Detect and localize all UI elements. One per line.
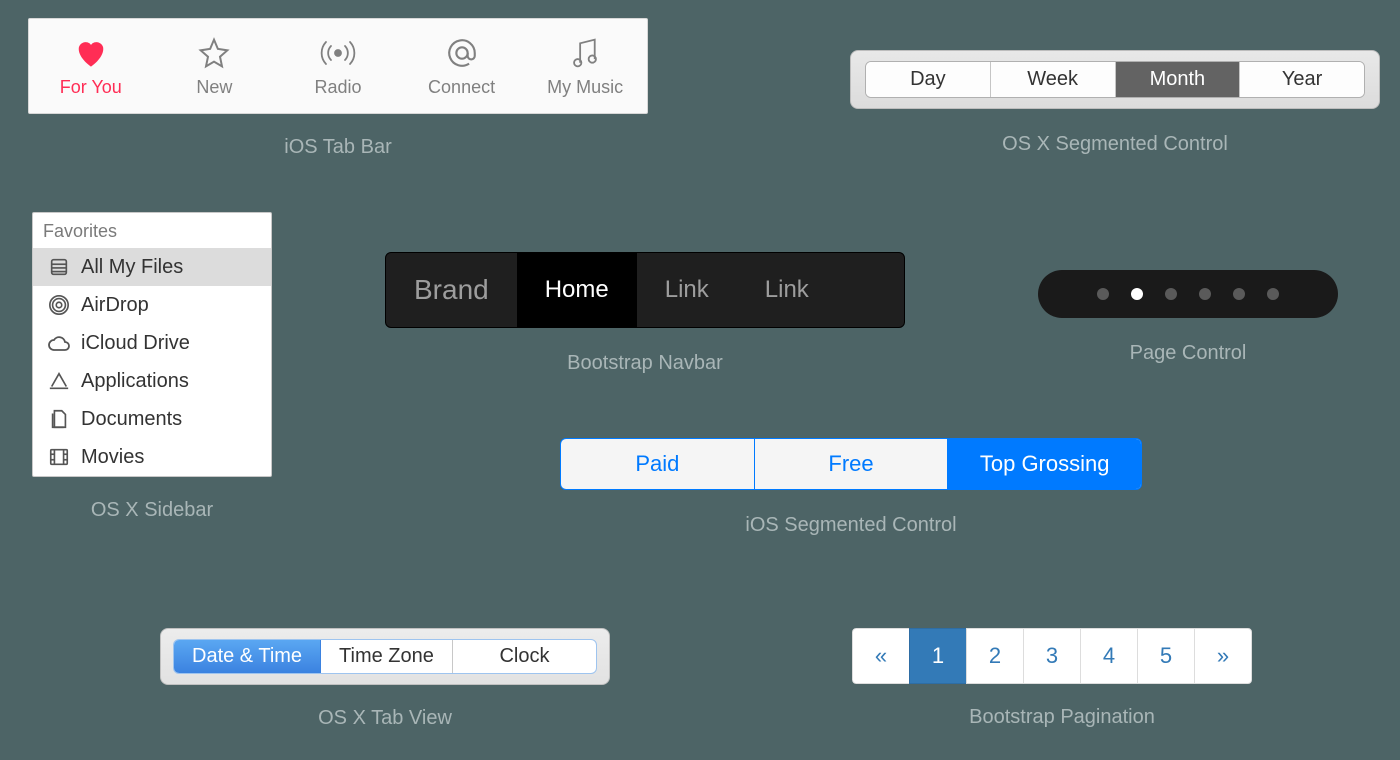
- tab-time-zone[interactable]: Time Zone: [321, 640, 453, 673]
- osx-segmented-caption: OS X Segmented Control: [850, 133, 1380, 156]
- page-dot-1[interactable]: [1131, 288, 1143, 300]
- sidebar-item-label: Movies: [81, 446, 144, 469]
- movies-icon: [47, 445, 71, 469]
- nav-item-link-1[interactable]: Link: [637, 253, 737, 327]
- pagination-prev[interactable]: «: [852, 628, 910, 684]
- ios-segmented-control: Paid Free Top Grossing: [560, 438, 1142, 490]
- segment-free[interactable]: Free: [755, 439, 949, 489]
- documents-icon: [47, 407, 71, 431]
- all-files-icon: [47, 255, 71, 279]
- radio-icon: [318, 35, 358, 71]
- sidebar-item-label: Applications: [81, 370, 189, 393]
- nav-item-link-2[interactable]: Link: [737, 253, 837, 327]
- osx-tabview-caption: OS X Tab View: [160, 707, 610, 730]
- sidebar-header: Favorites: [33, 213, 271, 248]
- star-icon: [197, 35, 231, 71]
- tab-new[interactable]: New: [153, 19, 277, 113]
- sidebar-item-label: AirDrop: [81, 294, 149, 317]
- tab-label: New: [196, 77, 232, 98]
- ios-segmented-caption: iOS Segmented Control: [560, 514, 1142, 537]
- ios-tabbar-caption: iOS Tab Bar: [28, 136, 648, 159]
- bootstrap-navbar-caption: Bootstrap Navbar: [385, 352, 905, 375]
- osx-sidebar-caption: OS X Sidebar: [32, 499, 272, 522]
- segment-week[interactable]: Week: [991, 62, 1116, 97]
- tab-date-time[interactable]: Date & Time: [174, 640, 321, 673]
- ios-tab-bar: For You New Radio Connect My Music: [28, 18, 648, 114]
- bootstrap-pagination: « 1 2 3 4 5 »: [852, 628, 1272, 684]
- sidebar-item-documents[interactable]: Documents: [33, 400, 271, 438]
- osx-tab-view: Date & Time Time Zone Clock: [160, 628, 610, 685]
- osx-segmented-control: Day Week Month Year: [850, 50, 1380, 109]
- nav-item-home[interactable]: Home: [517, 253, 637, 327]
- pagination-page-5[interactable]: 5: [1137, 628, 1195, 684]
- page-dot-0[interactable]: [1097, 288, 1109, 300]
- cloud-icon: [47, 331, 71, 355]
- tab-clock[interactable]: Clock: [453, 640, 596, 673]
- heart-icon: [74, 35, 108, 71]
- segment-paid[interactable]: Paid: [561, 439, 755, 489]
- page-control-caption: Page Control: [1038, 342, 1338, 365]
- pagination-next[interactable]: »: [1194, 628, 1252, 684]
- sidebar-item-label: Documents: [81, 408, 182, 431]
- tab-connect[interactable]: Connect: [400, 19, 524, 113]
- tab-radio[interactable]: Radio: [276, 19, 400, 113]
- page-dot-3[interactable]: [1199, 288, 1211, 300]
- page-dot-2[interactable]: [1165, 288, 1177, 300]
- segment-month[interactable]: Month: [1116, 62, 1241, 97]
- segment-day[interactable]: Day: [866, 62, 991, 97]
- sidebar-item-all-my-files[interactable]: All My Files: [33, 248, 271, 286]
- page-control: [1038, 270, 1338, 318]
- tab-label: Connect: [428, 77, 495, 98]
- bootstrap-pagination-caption: Bootstrap Pagination: [852, 706, 1272, 729]
- segment-top-grossing[interactable]: Top Grossing: [948, 439, 1141, 489]
- sidebar-item-label: All My Files: [81, 256, 183, 279]
- pagination-page-2[interactable]: 2: [966, 628, 1024, 684]
- applications-icon: [47, 369, 71, 393]
- tab-label: My Music: [547, 77, 623, 98]
- tab-label: For You: [60, 77, 122, 98]
- sidebar-item-movies[interactable]: Movies: [33, 438, 271, 476]
- navbar-brand[interactable]: Brand: [386, 253, 517, 327]
- page-dot-5[interactable]: [1267, 288, 1279, 300]
- osx-sidebar: Favorites All My Files AirDrop iCloud Dr…: [32, 212, 272, 477]
- bootstrap-navbar: Brand Home Link Link: [385, 252, 905, 328]
- segment-year[interactable]: Year: [1240, 62, 1364, 97]
- sidebar-item-icloud-drive[interactable]: iCloud Drive: [33, 324, 271, 362]
- sidebar-item-applications[interactable]: Applications: [33, 362, 271, 400]
- sidebar-item-airdrop[interactable]: AirDrop: [33, 286, 271, 324]
- pagination-page-1[interactable]: 1: [909, 628, 967, 684]
- at-icon: [445, 35, 479, 71]
- pagination-page-4[interactable]: 4: [1080, 628, 1138, 684]
- pagination-page-3[interactable]: 3: [1023, 628, 1081, 684]
- page-dot-4[interactable]: [1233, 288, 1245, 300]
- tab-label: Radio: [314, 77, 361, 98]
- tab-my-music[interactable]: My Music: [523, 19, 647, 113]
- music-icon: [570, 35, 600, 71]
- sidebar-item-label: iCloud Drive: [81, 332, 190, 355]
- tab-for-you[interactable]: For You: [29, 19, 153, 113]
- airdrop-icon: [47, 293, 71, 317]
